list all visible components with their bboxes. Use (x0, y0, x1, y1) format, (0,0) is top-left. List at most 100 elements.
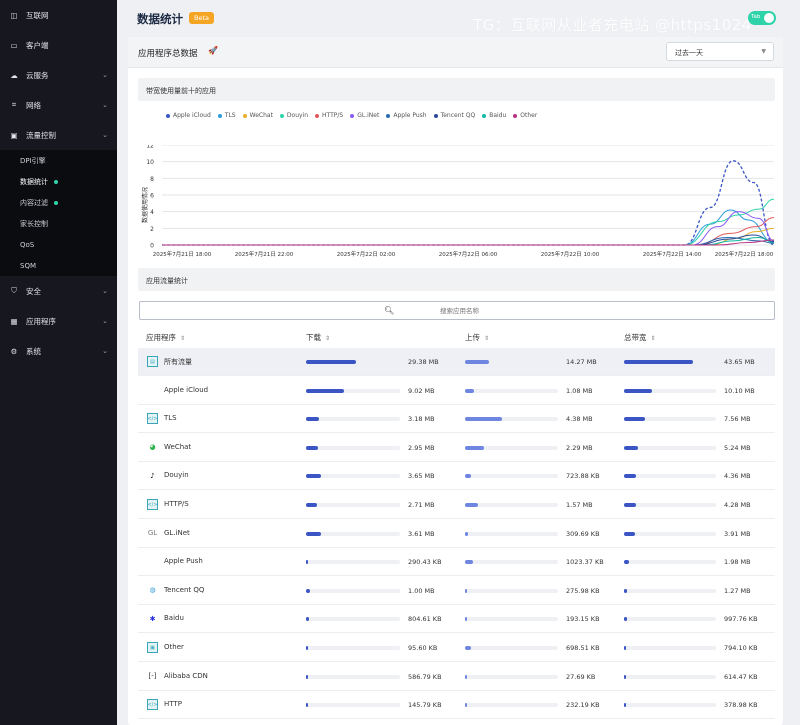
table-row[interactable]: [-] Alibaba CDN 586.79 KB 27.69 KB 614.47 KB (138, 663, 775, 691)
usage-bar-total (624, 474, 716, 479)
col-download-header[interactable]: 下载 ⇕ (306, 332, 330, 343)
col-total-header[interactable]: 总带宽 ⇕ (624, 332, 656, 343)
sidebar-item-devices[interactable]: ▭ 客户端 (0, 30, 117, 60)
app-name: Baidu (164, 614, 184, 623)
y-tick-label: 8 (150, 176, 154, 183)
value-up: 232.19 KB (566, 701, 600, 710)
chevron-down-icon: ⌄ (102, 287, 108, 295)
x-tick-label: 2025年7月22日 18:00 (715, 250, 774, 258)
col-app-header[interactable]: 应用程序 ⇕ (146, 332, 185, 343)
search-box[interactable]: 🔍︎ (139, 301, 775, 320)
search-input[interactable] (440, 305, 640, 317)
usage-bar-fill (306, 445, 319, 450)
sidebar-item-network[interactable]: ⌗ 网络 ⌄ (0, 90, 117, 120)
wechat-icon: ◕ (149, 443, 156, 452)
usage-bar-down (306, 531, 400, 536)
table-row[interactable]: ▤ 所有流量 29.38 MB 14.27 MB 43.65 MB (138, 348, 775, 376)
table-row[interactable]: ◕ WeChat 2.95 MB 2.29 MB 5.24 MB (138, 434, 775, 462)
app-name: HTTP (164, 700, 182, 709)
chevron-down-icon: ⌄ (102, 131, 108, 139)
legend-entry[interactable]: WeChat (242, 112, 273, 119)
table-row[interactable]: </> HTTP/S 2.71 MB 1.57 MB 4.28 MB (138, 491, 775, 519)
usage-bar-fill (465, 474, 472, 479)
sidebar-item-shield[interactable]: ⛉ 安全 ⌄ (0, 276, 117, 306)
table-row[interactable]: ◍ Tencent QQ 1.00 MB 275.98 KB 1.27 MB (138, 577, 775, 605)
sidebar-item-apps[interactable]: ▦ 应用程序 ⌄ (0, 306, 117, 336)
submenu-item[interactable]: 数据统计 (0, 171, 117, 192)
beta-badge: Beta (189, 12, 214, 24)
app-name: Other (164, 643, 184, 651)
usage-bar-fill (306, 474, 322, 479)
sidebar-item-traffic[interactable]: ▣ 流量控制 ⌄ (0, 120, 117, 150)
legend-entry[interactable]: Douyin (279, 112, 308, 119)
usage-bar-down (306, 474, 400, 479)
submenu-item[interactable]: SQM (0, 255, 117, 276)
usage-bar-total (624, 388, 716, 393)
usage-bar-total (624, 417, 716, 422)
legend-entry[interactable]: Baidu (482, 112, 506, 119)
sidebar-item-gear[interactable]: ⚙ 系统 ⌄ (0, 336, 117, 366)
table-row[interactable]: Apple Push 290.43 KB 1023.37 KB 1.98 MB (138, 548, 775, 577)
table-row[interactable]: ▣ Other 95.60 KB 698.51 KB 794.10 KB (138, 634, 775, 662)
value-up: 2.29 MB (566, 443, 593, 452)
submenu-item[interactable]: 家长控制 (0, 213, 117, 234)
chevron-down-icon: ⌄ (102, 317, 108, 325)
usage-bar-fill (465, 646, 471, 650)
table-row[interactable]: ✱ Baidu 804.61 KB 193.15 KB 997.76 KB (138, 605, 775, 634)
usage-bar-total (624, 588, 716, 593)
series-line (162, 239, 775, 246)
usage-bar-fill (306, 674, 309, 679)
traffic-submenu: DPI引擎 数据统计 内容过滤 家长控制 QoS SQM (0, 150, 117, 276)
chart-legend: Apple iCloud TLS WeChat Douyin HTTP/S GL.iNet… (166, 112, 537, 119)
legend-entry[interactable]: Other (513, 112, 537, 119)
table-row[interactable]: </> HTTP 145.79 KB 232.19 KB 378.98 KB (138, 691, 775, 720)
legend-entry[interactable]: GL.iNet (350, 112, 379, 119)
sidebar-item-label: 系统 (26, 346, 41, 356)
legend-entry[interactable]: Tencent QQ (433, 112, 475, 119)
usage-bar-down (306, 503, 400, 507)
table-row[interactable]: Apple iCloud 9.02 MB 1.08 MB 10.10 MB (138, 377, 775, 405)
time-range-select[interactable]: 过去一天 ▼ (666, 42, 774, 61)
usage-bar-fill (465, 445, 485, 450)
usage-bar-up (465, 560, 558, 565)
table-row[interactable]: </> TLS 3.18 MB 4.38 MB 7.56 MB (138, 405, 775, 434)
value-total: 794.10 KB (724, 644, 758, 652)
globe-icon: ◫ (10, 10, 18, 20)
legend-entry[interactable]: Apple iCloud (166, 112, 211, 119)
card-title: 应用程序总数据 (138, 49, 198, 59)
submenu-item[interactable]: QoS (0, 234, 117, 255)
value-up: 275.98 KB (566, 586, 600, 595)
apps-icon: ▦ (10, 316, 18, 326)
sidebar-item-globe[interactable]: ◫ 互联网 (0, 0, 117, 30)
legend-swatch (315, 113, 320, 118)
sidebar-item-cloud[interactable]: ☁ 云服务 ⌄ (0, 60, 117, 90)
submenu-item[interactable]: 内容过滤 (0, 192, 117, 213)
header-toggle[interactable]: Tab (748, 11, 776, 25)
value-total: 4.28 MB (724, 501, 751, 509)
usage-bar-up (465, 503, 558, 507)
sidebar: ◫ 互联网 ▭ 客户端 ☁ 云服务 ⌄ ⌗ 网络 ⌄ ▣ 流量控制 ⌄ DPI引擎 数据统计 内容过滤 家长控… (0, 0, 117, 725)
usage-bar-down (306, 445, 400, 450)
series-line (162, 160, 775, 246)
table-row[interactable]: GL GL.iNet 3.61 MB 309.69 KB 3.91 MB (138, 520, 775, 548)
value-down: 3.61 MB (408, 529, 435, 538)
chevron-down-icon: ⌄ (102, 71, 108, 79)
app-name: HTTP/S (164, 500, 189, 508)
legend-swatch (166, 113, 170, 118)
legend-entry[interactable]: TLS (217, 112, 236, 119)
legend-entry[interactable]: HTTP/S (315, 112, 343, 119)
col-upload-header[interactable]: 上传 ⇕ (465, 332, 489, 343)
submenu-item[interactable]: DPI引擎 (0, 150, 117, 171)
devices-icon: ▭ (10, 40, 18, 50)
usage-bar-fill (624, 560, 630, 565)
usage-bar-fill (624, 617, 627, 622)
bandwidth-line-chart: 0 2 4 6 8 10 12 数据使用情况 2025年7月21日 18:00 2025年7月21… (141, 145, 775, 258)
legend-entry[interactable]: Apple Push (386, 112, 427, 119)
sort-icon: ⇕ (650, 335, 656, 342)
value-up: 4.38 MB (566, 415, 593, 424)
usage-bar-up (465, 674, 558, 679)
sidebar-item-label: 云服务 (26, 70, 49, 80)
value-total: 997.76 KB (724, 615, 758, 624)
sort-icon: ⇕ (325, 335, 331, 342)
table-row[interactable]: ♪ Douyin 3.65 MB 723.88 KB 4.36 MB (138, 462, 775, 491)
